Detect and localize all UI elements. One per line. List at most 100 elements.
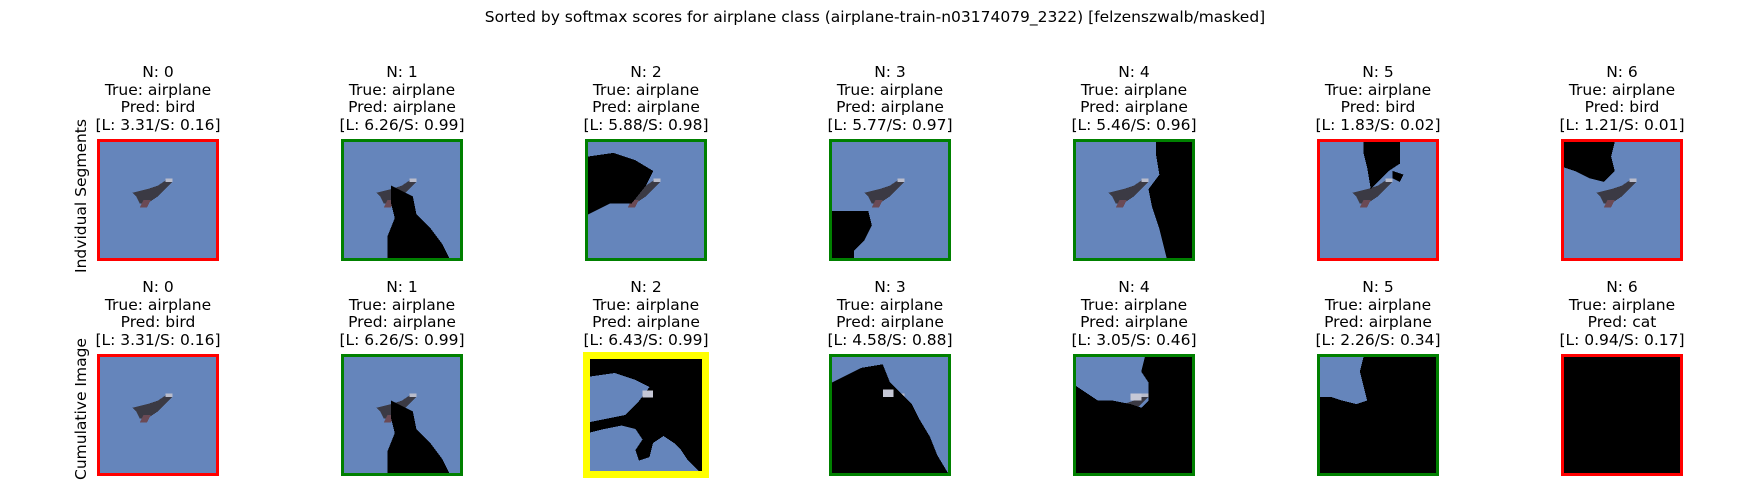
score-label: [L: 3.31/S: 0.16]: [95, 115, 221, 134]
segment-image: [341, 139, 463, 261]
panel-index: N: 0: [142, 63, 174, 81]
pred-label: Pred: airplane: [836, 313, 944, 331]
true-label: True: airplane: [348, 295, 456, 314]
segment-image: [1317, 354, 1439, 476]
panel-index: N: 2: [630, 63, 662, 81]
segment-image: [97, 139, 219, 261]
segment-image: [1073, 139, 1195, 261]
segment-image: [1073, 354, 1195, 476]
panel-index: N: 6: [1606, 278, 1638, 296]
panel-title: N: 6 True: airplane Pred: bird [L: 1.21/S: …: [1502, 63, 1742, 134]
panel-r1-c4: N: 4 True: airplane Pred: airplane [L: 3.05…: [1014, 278, 1254, 349]
score-label: [L: 2.26/S: 0.34]: [1315, 330, 1441, 349]
segment-image: [341, 354, 463, 476]
true-label: True: airplane: [592, 295, 700, 314]
segment-image: [829, 354, 951, 476]
panel-index: N: 0: [142, 278, 174, 296]
score-label: [L: 5.88/S: 0.98]: [583, 115, 709, 134]
true-label: True: airplane: [1568, 80, 1676, 99]
score-label: [L: 4.58/S: 0.88]: [827, 330, 953, 349]
pred-label: Pred: airplane: [1080, 313, 1188, 331]
segment-image: [583, 352, 709, 478]
panel-title: N: 5 True: airplane Pred: bird [L: 1.83/S: …: [1258, 63, 1498, 134]
panel-r0-c0: N: 0 True: airplane Pred: bird [L: 3.31/S: …: [38, 63, 278, 134]
score-label: [L: 5.77/S: 0.97]: [827, 115, 953, 134]
panel-index: N: 1: [386, 278, 418, 296]
panel-r1-c0: N: 0 True: airplane Pred: bird [L: 3.31/S: …: [38, 278, 278, 349]
segment-image: [829, 139, 951, 261]
true-label: True: airplane: [1080, 80, 1188, 99]
panel-index: N: 2: [630, 278, 662, 296]
true-label: True: airplane: [348, 80, 456, 99]
score-label: [L: 6.26/S: 0.99]: [339, 115, 465, 134]
segment-image: [1561, 139, 1683, 261]
panel-title: N: 6 True: airplane Pred: cat [L: 0.94/S: 0…: [1502, 278, 1742, 349]
panel-title: N: 1 True: airplane Pred: airplane [L: 6.26…: [282, 278, 522, 349]
panel-title: N: 0 True: airplane Pred: bird [L: 3.31/S: …: [38, 63, 278, 134]
score-label: [L: 1.83/S: 0.02]: [1315, 115, 1441, 134]
panel-index: N: 4: [1118, 278, 1150, 296]
true-label: True: airplane: [104, 295, 212, 314]
score-label: [L: 6.26/S: 0.99]: [339, 330, 465, 349]
panel-r0-c3: N: 3 True: airplane Pred: airplane [L: 5.77…: [770, 63, 1010, 134]
score-label: [L: 5.46/S: 0.96]: [1071, 115, 1197, 134]
panel-title: N: 3 True: airplane Pred: airplane [L: 4.58…: [770, 278, 1010, 349]
pred-label: Pred: airplane: [592, 98, 700, 116]
panel-index: N: 4: [1118, 63, 1150, 81]
pred-label: Pred: bird: [1340, 98, 1416, 116]
segment-image: [97, 354, 219, 476]
sky-background: [100, 142, 216, 258]
true-label: True: airplane: [836, 80, 944, 99]
panel-r0-c4: N: 4 True: airplane Pred: airplane [L: 5.46…: [1014, 63, 1254, 134]
pred-label: Pred: bird: [1584, 98, 1660, 116]
true-label: True: airplane: [1080, 295, 1188, 314]
panel-index: N: 5: [1362, 278, 1394, 296]
score-label: [L: 3.31/S: 0.16]: [95, 330, 221, 349]
true-label: True: airplane: [1568, 295, 1676, 314]
panel-r1-c1: N: 1 True: airplane Pred: airplane [L: 6.26…: [282, 278, 522, 349]
true-label: True: airplane: [1324, 80, 1432, 99]
panel-title: N: 4 True: airplane Pred: airplane [L: 3.05…: [1014, 278, 1254, 349]
airplane-fragment: [882, 389, 894, 397]
panel-title: N: 4 True: airplane Pred: airplane [L: 5.46…: [1014, 63, 1254, 134]
pred-label: Pred: airplane: [592, 313, 700, 331]
segment-image: [1317, 139, 1439, 261]
airplane-fragment: [1130, 393, 1142, 401]
segment-image: [585, 139, 707, 261]
pred-label: Pred: airplane: [348, 98, 456, 116]
panel-r1-c2: N: 2 True: airplane Pred: airplane [L: 6.43…: [526, 278, 766, 349]
score-label: [L: 1.21/S: 0.01]: [1559, 115, 1685, 134]
panel-title: N: 2 True: airplane Pred: airplane [L: 5.88…: [526, 63, 766, 134]
panel-r0-c6: N: 6 True: airplane Pred: bird [L: 1.21/S: …: [1502, 63, 1742, 134]
score-label: [L: 6.43/S: 0.99]: [583, 330, 709, 349]
panel-r0-c1: N: 1 True: airplane Pred: airplane [L: 6.26…: [282, 63, 522, 134]
true-label: True: airplane: [104, 80, 212, 99]
panel-r0-c5: N: 5 True: airplane Pred: bird [L: 1.83/S: …: [1258, 63, 1498, 134]
pred-label: Pred: cat: [1587, 313, 1657, 331]
pred-label: Pred: airplane: [1324, 313, 1432, 331]
panel-index: N: 6: [1606, 63, 1638, 81]
panel-r1-c5: N: 5 True: airplane Pred: airplane [L: 2.26…: [1258, 278, 1498, 349]
panel-title: N: 2 True: airplane Pred: airplane [L: 6.43…: [526, 278, 766, 349]
true-label: True: airplane: [592, 80, 700, 99]
panel-index: N: 5: [1362, 63, 1394, 81]
panel-title: N: 5 True: airplane Pred: airplane [L: 2.26…: [1258, 278, 1498, 349]
true-label: True: airplane: [836, 295, 944, 314]
panel-r0-c2: N: 2 True: airplane Pred: airplane [L: 5.88…: [526, 63, 766, 134]
pred-label: Pred: bird: [120, 98, 196, 116]
figure-title: Sorted by softmax scores for airplane cl…: [484, 8, 1266, 26]
panel-r1-c6: N: 6 True: airplane Pred: cat [L: 0.94/S: 0…: [1502, 278, 1742, 349]
panel-title: N: 0 True: airplane Pred: bird [L: 3.31/S: …: [38, 278, 278, 349]
segment-image: [1561, 354, 1683, 476]
airplane-fragment: [642, 390, 653, 398]
score-label: [L: 3.05/S: 0.46]: [1071, 330, 1197, 349]
sky-background: [100, 357, 216, 473]
pred-label: Pred: airplane: [836, 98, 944, 116]
row-label-individual: Indvidual Segments: [72, 119, 90, 273]
pred-label: Pred: airplane: [1080, 98, 1188, 116]
panel-index: N: 3: [874, 63, 906, 81]
score-label: [L: 0.94/S: 0.17]: [1559, 330, 1685, 349]
mask-region: [1564, 357, 1680, 473]
panel-title: N: 1 True: airplane Pred: airplane [L: 6.26…: [282, 63, 522, 134]
pred-label: Pred: bird: [120, 313, 196, 331]
